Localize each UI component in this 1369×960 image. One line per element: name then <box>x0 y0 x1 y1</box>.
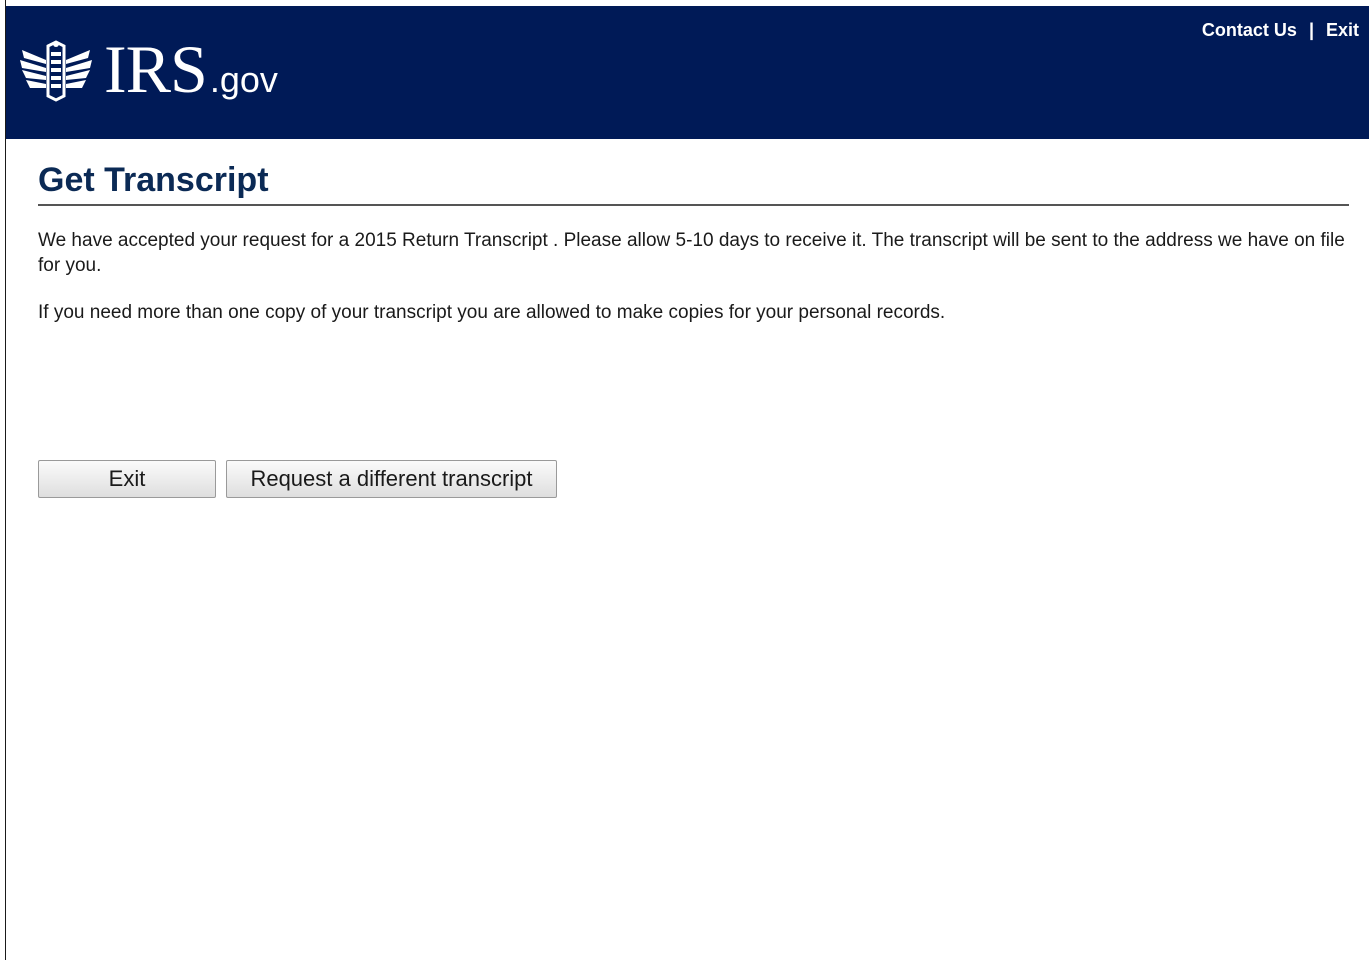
exit-button[interactable]: Exit <box>38 460 216 498</box>
page-title: Get Transcript <box>38 160 1349 206</box>
copies-note: If you need more than one copy of your t… <box>38 302 946 323</box>
action-buttons: Exit Request a different transcript <box>38 460 557 498</box>
page-left-border <box>0 0 6 960</box>
exit-link[interactable]: Exit <box>1326 20 1359 40</box>
main-content: Get Transcript We have accepted your req… <box>38 160 1349 325</box>
irs-logo[interactable]: IRS .gov <box>18 24 278 104</box>
confirmation-message: We have accepted your request for a 2015… <box>38 230 1345 276</box>
logo-gov-suffix: .gov <box>209 59 278 100</box>
site-header: IRS .gov Contact Us | Exit <box>6 6 1369 139</box>
request-different-transcript-button[interactable]: Request a different transcript <box>226 460 557 498</box>
irs-eagle-seal-icon <box>20 40 92 102</box>
link-separator: | <box>1308 20 1314 40</box>
logo-irs-text: IRS <box>104 31 208 107</box>
contact-us-link[interactable]: Contact Us <box>1202 20 1297 40</box>
top-links: Contact Us | Exit <box>1202 20 1359 41</box>
